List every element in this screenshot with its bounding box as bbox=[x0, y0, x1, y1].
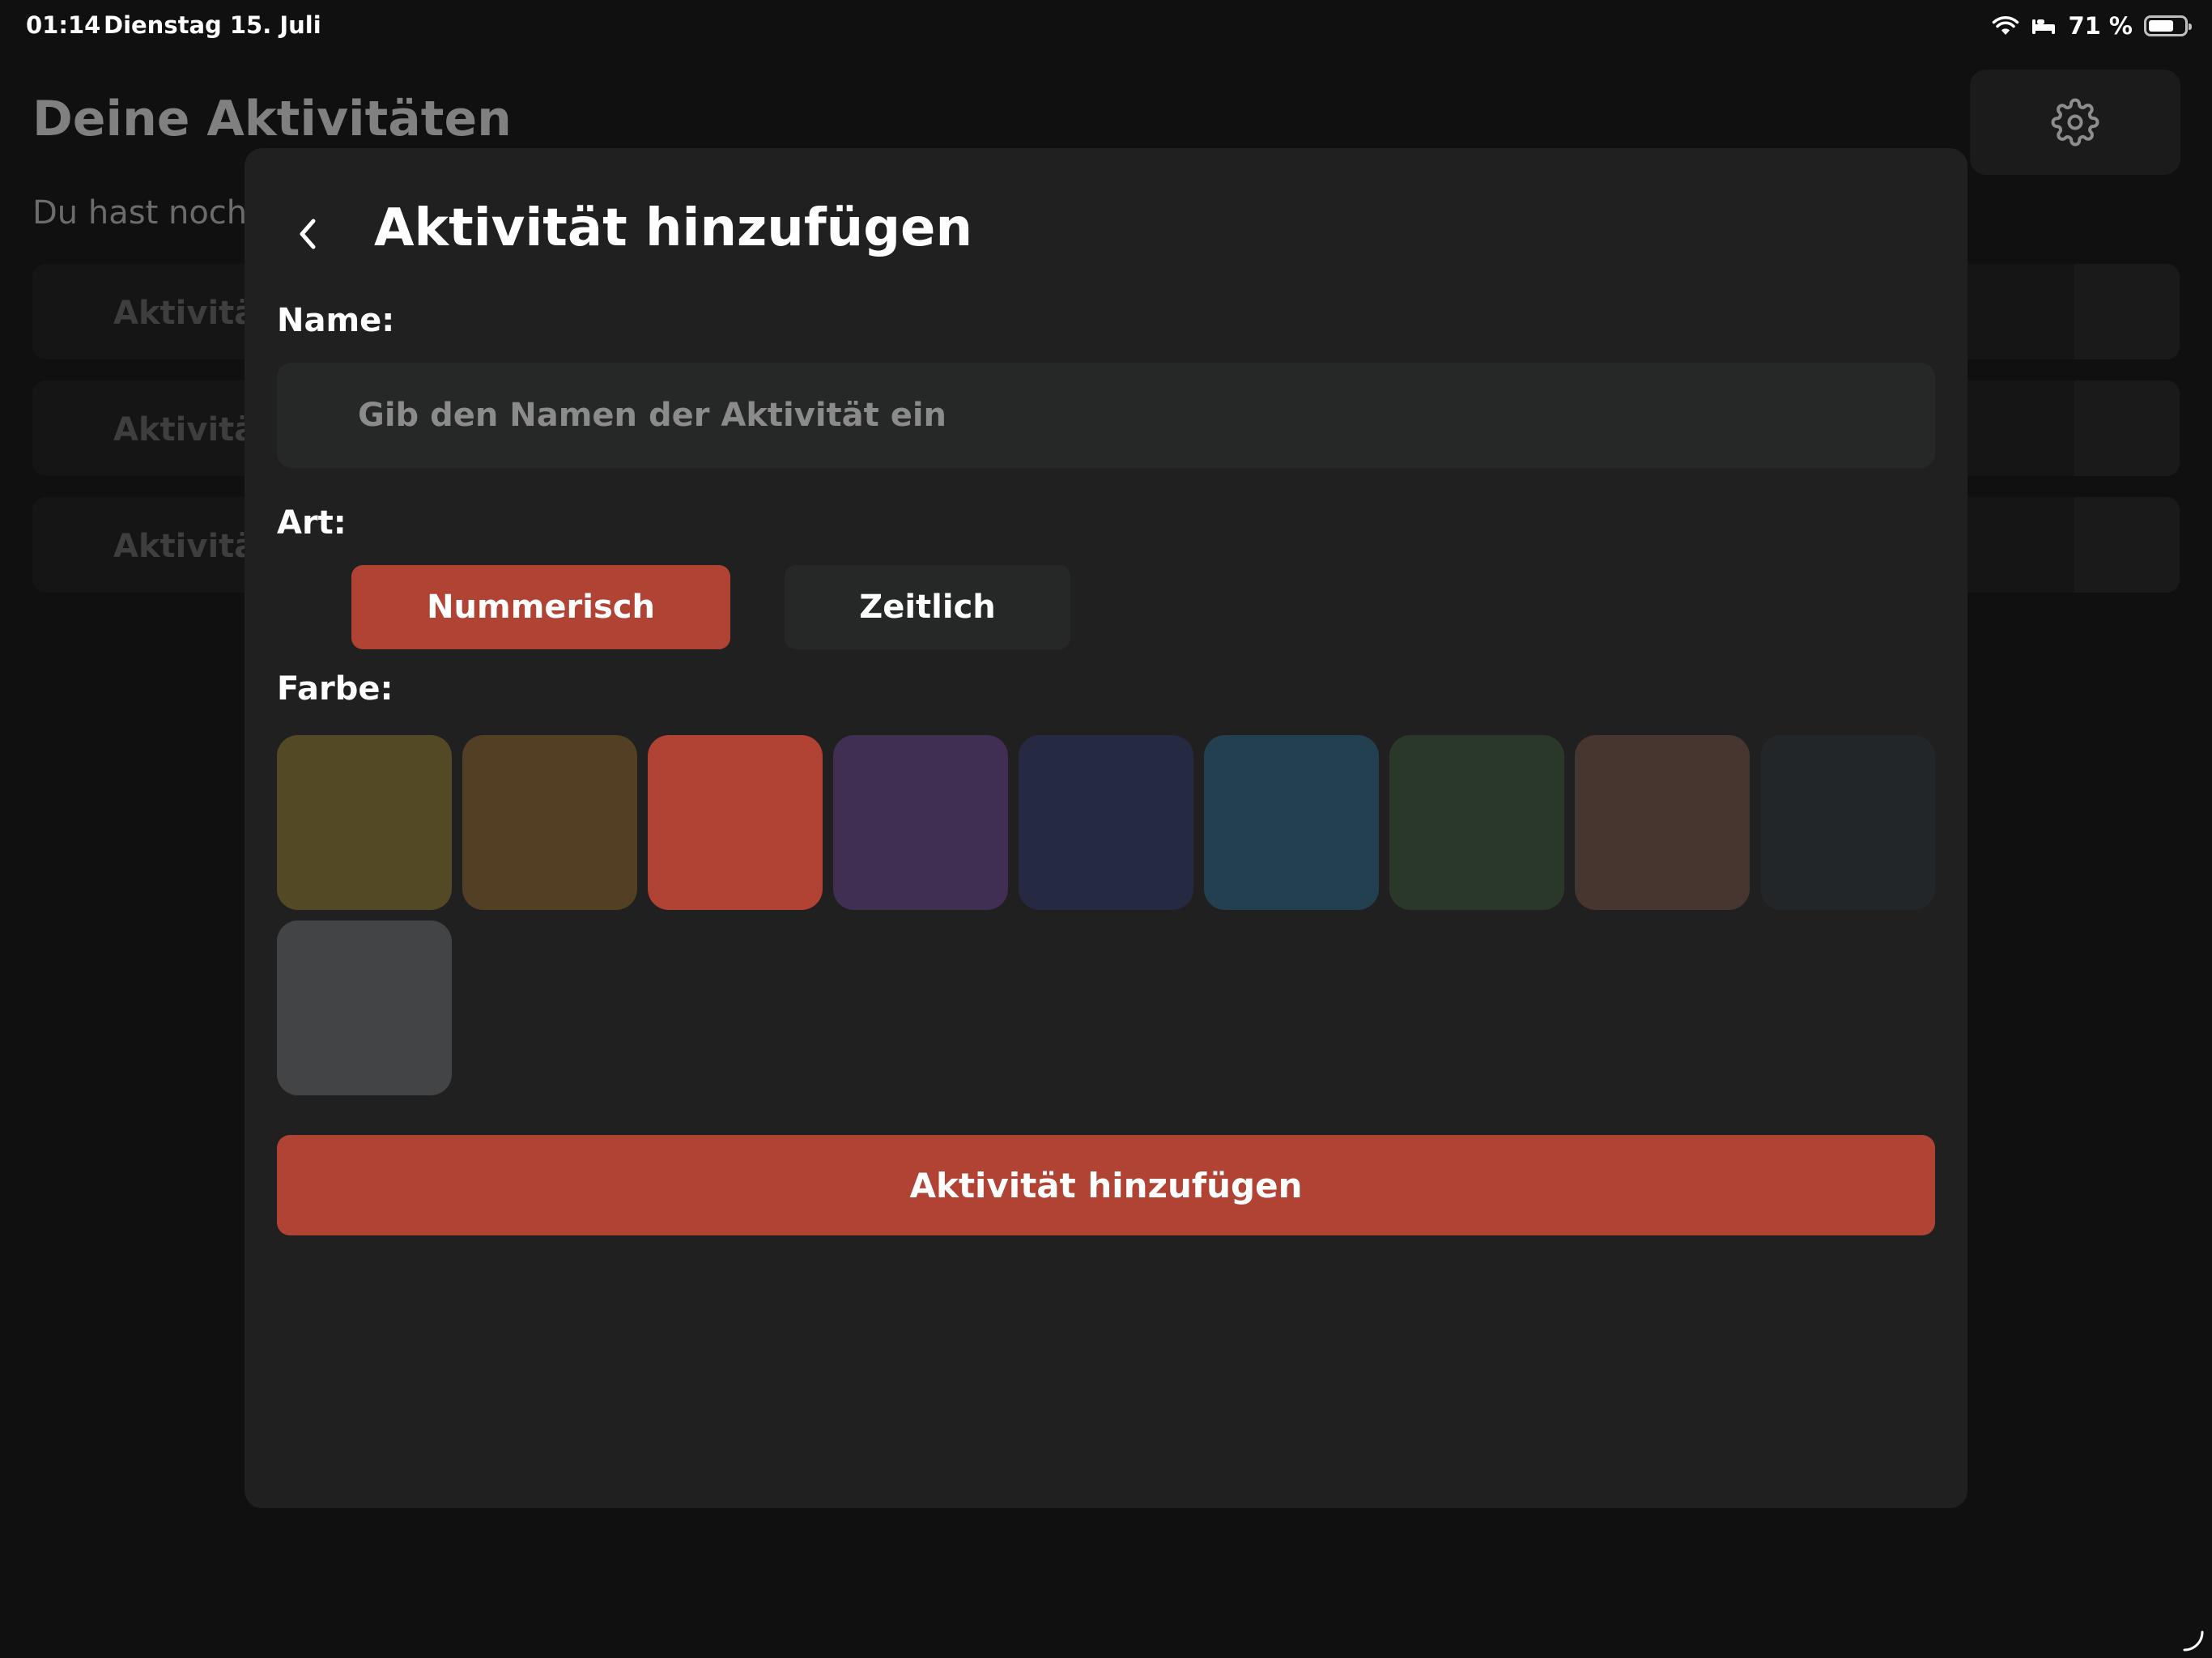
chevron-left-icon bbox=[300, 219, 316, 249]
add-activity-modal: Aktivität hinzufügen Name: Art: Nummeris… bbox=[245, 148, 1967, 1508]
sleep-focus-icon bbox=[2032, 19, 2056, 34]
battery-percentage: 71 % bbox=[2068, 12, 2133, 40]
add-activity-button[interactable]: Aktivität hinzufügen bbox=[277, 1135, 1935, 1235]
activity-action bbox=[2074, 264, 2180, 359]
type-label: Art: bbox=[277, 504, 347, 542]
color-swatch-red[interactable] bbox=[648, 735, 823, 910]
add-activity-label: Aktivität hinzufügen bbox=[909, 1165, 1303, 1205]
activity-label: Aktivitä bbox=[113, 411, 257, 449]
modal-title: Aktivität hinzufügen bbox=[374, 198, 972, 258]
color-swatch-green[interactable] bbox=[1389, 735, 1564, 910]
activity-label: Aktivitä bbox=[113, 295, 257, 332]
color-swatch-navy[interactable] bbox=[1019, 735, 1193, 910]
color-label: Farbe: bbox=[277, 670, 393, 708]
wifi-icon bbox=[1993, 16, 2019, 35]
battery-icon bbox=[2144, 15, 2192, 36]
color-swatch-brown[interactable] bbox=[462, 735, 637, 910]
page-title: Deine Aktivitäten bbox=[32, 91, 512, 147]
type-time-label: Zeitlich bbox=[859, 589, 996, 626]
page-subtitle: Du hast noch bbox=[32, 194, 248, 232]
screen: Deine Aktivitäten Du hast noch Aktivitä … bbox=[0, 0, 2212, 1658]
back-button[interactable] bbox=[283, 210, 332, 258]
activity-name-input[interactable] bbox=[277, 363, 1935, 468]
color-swatch-olive[interactable] bbox=[277, 735, 452, 910]
activity-action bbox=[2074, 380, 2180, 476]
resize-handle-icon bbox=[2183, 1630, 2204, 1652]
activity-label: Aktivitä bbox=[113, 528, 257, 565]
color-swatch-purple[interactable] bbox=[833, 735, 1008, 910]
type-numeric-button[interactable]: Nummerisch bbox=[351, 565, 730, 649]
color-swatch-teal[interactable] bbox=[1204, 735, 1379, 910]
name-label: Name: bbox=[277, 302, 395, 339]
status-bar: 01:14 Dienstag 15. Juli 71 % bbox=[0, 0, 2212, 52]
type-time-button[interactable]: Zeitlich bbox=[785, 565, 1070, 649]
settings-button[interactable] bbox=[1970, 70, 2180, 175]
color-swatch-gray[interactable] bbox=[277, 920, 452, 1095]
type-numeric-label: Nummerisch bbox=[427, 589, 655, 626]
activity-action bbox=[2074, 497, 2180, 593]
status-time: 01:14 bbox=[26, 11, 101, 39]
status-date: Dienstag 15. Juli bbox=[104, 11, 321, 39]
color-swatch-taupe[interactable] bbox=[1575, 735, 1750, 910]
gear-icon bbox=[2051, 98, 2099, 147]
color-swatch-charcoal[interactable] bbox=[1760, 735, 1935, 910]
